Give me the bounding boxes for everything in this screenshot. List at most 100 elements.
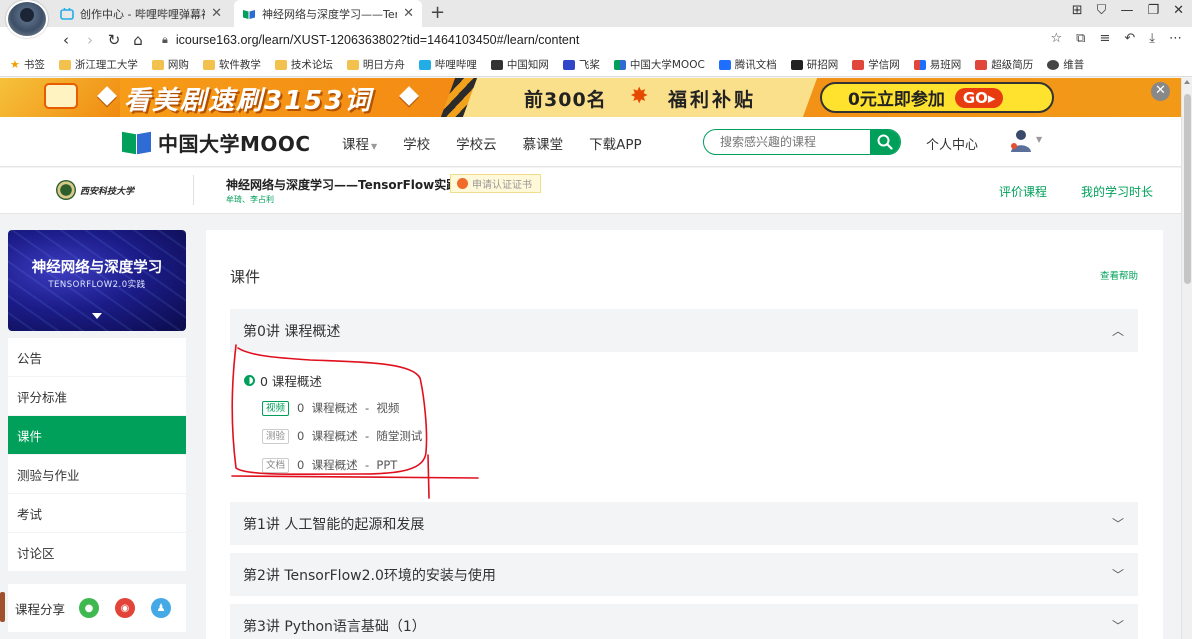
qq-icon[interactable]: ♟ xyxy=(151,598,172,618)
sidebar-item-exam[interactable]: 考试 xyxy=(8,494,186,532)
sidebar-item-discussion[interactable]: 讨论区 xyxy=(8,533,186,571)
more-icon[interactable]: ⋯ xyxy=(1169,31,1182,46)
bookmark-item[interactable]: 技术论坛 xyxy=(274,57,333,72)
lock-icon[interactable]: 🔒︎ xyxy=(162,33,168,47)
bookmarks-bar: ★ 书签 浙江理工大学 网购 软件教学 技术论坛 明日方舟 哔哩哔哩 中国知网 飞… xyxy=(0,53,1192,77)
page-scrollbar[interactable] xyxy=(1181,78,1192,639)
lesson-item[interactable]: 0 课程概述 xyxy=(244,371,322,390)
sidebar-item-announcements[interactable]: 公告 xyxy=(8,338,186,376)
bookmark-item[interactable]: 学信网 xyxy=(852,57,900,72)
evaluate-course-link[interactable]: 评价课程 xyxy=(999,183,1047,200)
bookmark-item[interactable]: 软件教学 xyxy=(202,57,261,72)
chapter-0-header[interactable]: 第0讲 课程概述 ︿ xyxy=(230,309,1138,352)
download-icon[interactable]: ⤓ xyxy=(1149,31,1155,46)
unit-video[interactable]: 视频 0 课程概述 - 视频 xyxy=(262,400,399,416)
reading-list-icon[interactable]: ⊞ xyxy=(1072,3,1083,18)
back-icon[interactable]: ‹ xyxy=(54,31,78,49)
undo-icon[interactable]: ↶ xyxy=(1124,31,1135,46)
chapter-2-header[interactable]: 第2讲 TensorFlow2.0环境的安装与使用 ﹀ xyxy=(230,553,1138,596)
study-time-link[interactable]: 我的学习时长 xyxy=(1081,183,1153,200)
chsi-icon xyxy=(852,59,865,70)
chapter-1-header[interactable]: 第1讲 人工智能的起源和发展 ﹀ xyxy=(230,502,1138,545)
nav-courses[interactable]: 课程 ▼ xyxy=(342,133,377,153)
menu-lines-icon[interactable]: ≡ xyxy=(1099,31,1110,46)
banner-close-icon[interactable]: ✕ xyxy=(1151,82,1170,101)
user-avatar[interactable] xyxy=(1008,128,1034,154)
new-tab-button[interactable]: + xyxy=(430,2,445,23)
banner-top300: 前300名 xyxy=(524,89,607,111)
apply-certificate-button[interactable]: 申请认证证书 xyxy=(450,174,541,193)
bookmark-item[interactable]: 腾讯文档 xyxy=(718,57,777,72)
reload-icon[interactable]: ↻ xyxy=(102,31,126,49)
chapter-3-header[interactable]: 第3讲 Python语言基础（1） ﹀ xyxy=(230,604,1138,639)
join-free-button[interactable]: 0元立即参加 GO▸ xyxy=(820,82,1054,113)
personal-center-link[interactable]: 个人中心 xyxy=(926,134,978,153)
cover-title: 神经网络与深度学习 xyxy=(31,260,163,276)
weibo-icon[interactable]: ◉ xyxy=(115,598,136,618)
nav-mooc-classroom[interactable]: 慕课堂 xyxy=(523,133,564,153)
logo-text: 中国大学MOOC xyxy=(158,132,311,156)
main-nav: 课程 ▼ 学校 学校云 慕课堂 下载APP xyxy=(342,133,642,153)
banner-slogan: 看美剧速刷3153词 xyxy=(124,86,373,116)
shirt-icon[interactable]: ⛉ xyxy=(1097,3,1107,18)
bookmark-item[interactable]: 哔哩哔哩 xyxy=(418,57,477,72)
nav-school-cloud[interactable]: 学校云 xyxy=(456,133,497,153)
sidebar-item-grading[interactable]: 评分标准 xyxy=(8,377,186,415)
video-badge: 视频 xyxy=(262,400,290,416)
search-button[interactable] xyxy=(870,130,900,154)
course-teachers[interactable]: 牟琦、李占利 xyxy=(226,194,274,205)
diamond-icon xyxy=(399,86,419,106)
course-title[interactable]: 神经网络与深度学习——TensorFlow实践 xyxy=(226,176,458,193)
quiz-badge: 测验 xyxy=(262,428,290,444)
scroll-thumb[interactable] xyxy=(1184,94,1191,284)
bookmark-item[interactable]: ★ 书签 xyxy=(10,57,45,72)
browser-profile-avatar[interactable] xyxy=(6,0,48,38)
folder-icon xyxy=(58,59,71,70)
caret-down-icon: ▼ xyxy=(371,142,378,151)
course-cover[interactable]: 神经网络与深度学习 TENSORFLOW2.0实践 xyxy=(8,230,186,331)
bookmark-item[interactable]: 飞桨 xyxy=(562,57,600,72)
bookmark-item[interactable]: 明日方舟 xyxy=(346,57,405,72)
help-link[interactable]: 查看帮助 xyxy=(1100,268,1138,282)
browser-tab-bar: 创作中心 - 哔哩哔哩弹幕视频网 - ( ✕ 神经网络与深度学习——Tensor… xyxy=(0,0,1192,38)
wechat-icon[interactable]: ● xyxy=(79,598,100,618)
bookmark-item[interactable]: 研招网 xyxy=(790,57,838,72)
close-icon[interactable]: ✕ xyxy=(403,6,414,21)
forward-icon[interactable]: › xyxy=(78,31,102,49)
mooc-logo-icon xyxy=(122,131,152,155)
folder-icon xyxy=(151,59,164,70)
bookmark-item[interactable]: 中国知网 xyxy=(490,57,549,72)
caret-down-icon[interactable]: ▼ xyxy=(1036,135,1042,144)
yiban-icon xyxy=(913,59,926,70)
extensions-icon[interactable]: ⧉ xyxy=(1076,31,1085,46)
search-input[interactable] xyxy=(704,130,870,154)
course-share: 课程分享 ● ◉ ♟ xyxy=(8,584,186,632)
sidebar-item-quizzes[interactable]: 测验与作业 xyxy=(8,455,186,493)
sidebar-item-courseware[interactable]: 课件 xyxy=(8,416,186,454)
bookmark-star-icon[interactable]: ☆ xyxy=(1050,31,1062,46)
promo-banner[interactable]: 看美剧速刷3153词 前300名 ✸ 福利补贴 0元立即参加 GO▸ xyxy=(0,78,1181,117)
restore-icon[interactable]: ❐ xyxy=(1147,3,1159,18)
url-field[interactable]: icourse163.org/learn/XUST-1206363802?tid… xyxy=(176,33,579,47)
bookmark-item[interactable]: 维普 xyxy=(1047,57,1084,72)
browser-tab-mooc[interactable]: 神经网络与深度学习——TensorF ✕ xyxy=(234,0,422,27)
close-window-icon[interactable]: ✕ xyxy=(1173,3,1184,18)
close-icon[interactable]: ✕ xyxy=(211,6,222,21)
bookmark-item[interactable]: 超级简历 xyxy=(975,57,1033,72)
bookmark-item[interactable]: 网购 xyxy=(151,57,189,72)
bookmark-item[interactable]: 浙江理工大学 xyxy=(58,57,138,72)
tab-title: 创作中心 - 哔哩哔哩弹幕视频网 - ( xyxy=(80,7,205,21)
unit-quiz[interactable]: 测验 0 课程概述 - 随堂测试 xyxy=(262,428,422,444)
scroll-up-icon[interactable] xyxy=(1184,80,1190,84)
nav-schools[interactable]: 学校 xyxy=(403,133,430,153)
nav-download-app[interactable]: 下载APP xyxy=(589,133,642,153)
share-label: 课程分享 xyxy=(15,601,66,617)
browser-tab-bilibili[interactable]: 创作中心 - 哔哩哔哩弹幕视频网 - ( ✕ xyxy=(52,0,230,27)
home-icon[interactable]: ⌂ xyxy=(126,31,150,49)
university-logo[interactable]: 西安科技大学 xyxy=(56,178,140,202)
minimize-icon[interactable]: — xyxy=(1120,3,1133,18)
site-logo[interactable]: 中国大学MOOC xyxy=(122,128,311,157)
bookmark-item[interactable]: 中国大学MOOC xyxy=(613,57,705,72)
bookmark-item[interactable]: 易班网 xyxy=(913,57,961,72)
unit-document[interactable]: 文档 0 课程概述 - PPT xyxy=(262,457,397,473)
